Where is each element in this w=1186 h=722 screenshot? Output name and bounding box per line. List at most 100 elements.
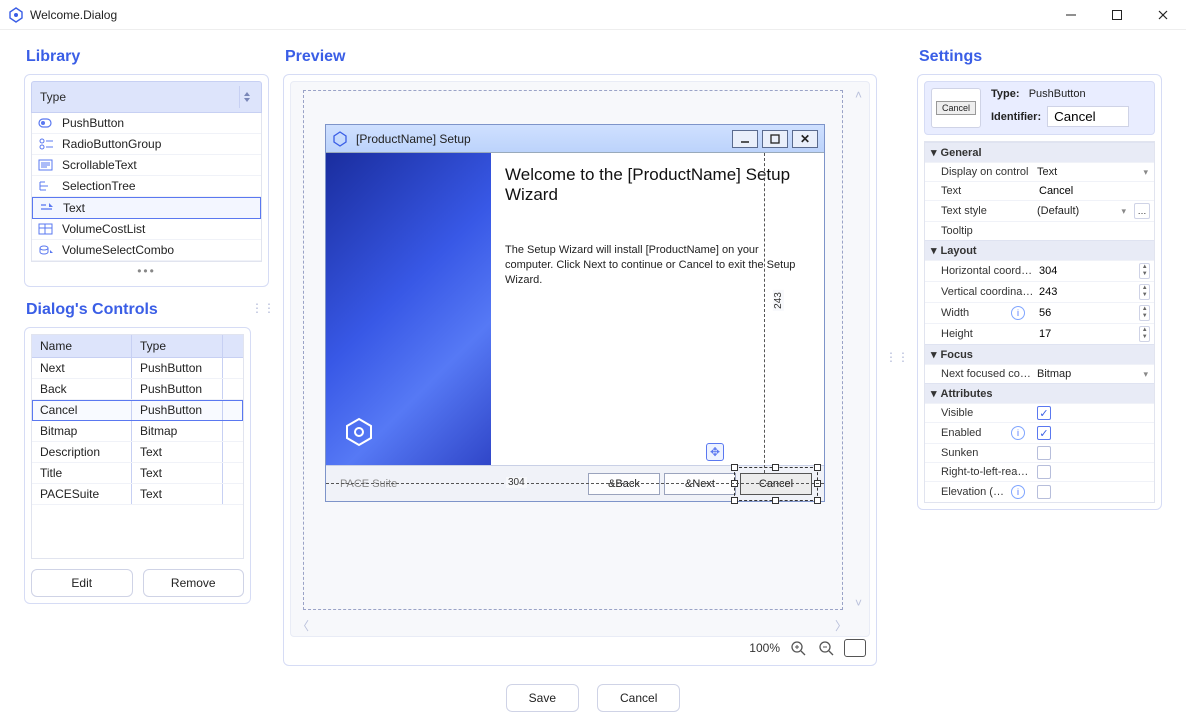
width-input[interactable] [1037,306,1135,320]
table-row[interactable]: DescriptionText [32,442,243,463]
col-type-header[interactable]: Type [132,335,223,357]
window-minimize-button[interactable] [1048,0,1094,30]
table-row[interactable]: PACESuiteText [32,484,243,505]
col-name-header[interactable]: Name [32,335,132,357]
cat-focus[interactable]: ▾Focus [925,344,1154,364]
title-bar: Welcome.Dialog [0,0,1186,30]
library-item-radiobuttongroup[interactable]: RadioButtonGroup [32,134,261,155]
cancel-button[interactable]: Cancel [597,684,680,712]
ellipsis-button[interactable]: … [1134,203,1150,219]
cat-layout[interactable]: ▾Layout [925,240,1154,260]
remove-button[interactable]: Remove [143,569,245,597]
dialog-minimize-icon[interactable] [732,130,758,148]
table-row[interactable]: BackPushButton [32,379,243,400]
prop-enabled: Enabled i [925,423,1033,443]
prop-height-value[interactable]: ▲▼ [1033,324,1154,344]
control-type-icon [38,222,54,236]
zoom-in-icon[interactable] [788,639,808,657]
chevron-down-icon[interactable]: ▾ [1121,206,1128,217]
prop-value-text: (Default) [1037,205,1079,217]
library-item-volumeselectcombo[interactable]: VolumeSelectCombo [32,240,261,261]
prop-text-input[interactable] [1037,184,1150,198]
table-row[interactable]: CancelPushButton [32,400,243,421]
ruler-x-label: 304 [506,477,527,488]
library-item-scrollabletext[interactable]: ScrollableText [32,155,261,176]
edit-button[interactable]: Edit [31,569,133,597]
info-icon[interactable]: i [1011,306,1025,320]
rtl-checkbox[interactable]: ✓ [1037,465,1051,479]
preview-dialog-titlebar: [ProductName] Setup ✕ [326,125,824,153]
summary-id-key: Identifier: [991,111,1041,123]
chevron-down-icon[interactable]: ▾ [1143,167,1150,178]
prop-tooltip-input[interactable] [1037,224,1150,238]
overflow-icon[interactable]: ••• [31,262,262,280]
chevron-down-icon[interactable]: ▾ [1143,369,1150,380]
dialog-maximize-icon[interactable] [762,130,788,148]
prop-display-on-control-value[interactable]: Text▾ [1033,164,1154,180]
enabled-checkbox[interactable]: ✓ [1037,426,1051,440]
prop-next-focus: Next focused co… [925,365,1033,383]
canvas-vscroll[interactable]: ˄ ˅ [855,88,867,610]
chevron-right-icon[interactable]: 〉 [835,617,847,634]
summary-type-key: Type: [991,88,1020,100]
table-row[interactable]: TitleText [32,463,243,484]
elevation-checkbox[interactable]: ✓ [1037,485,1051,499]
prop-hcoord-value[interactable]: ▲▼ [1033,261,1154,281]
preview-canvas[interactable]: [ProductName] Setup ✕ Welcome to the [Pr [290,81,870,637]
spinner-icon[interactable]: ▲▼ [1139,305,1150,321]
cell-type: Text [132,442,223,462]
prop-next-focus-value[interactable]: Bitmap▾ [1033,366,1154,382]
window-maximize-button[interactable] [1094,0,1140,30]
spinner-icon[interactable]: ▲▼ [1139,284,1150,300]
cat-attributes[interactable]: ▾Attributes [925,383,1154,403]
sort-icon[interactable] [239,86,253,108]
library-panel: Type PushButton RadioButtonGroupScrollabl… [24,74,269,287]
zoom-out-icon[interactable] [816,639,836,657]
preview-dialog[interactable]: [ProductName] Setup ✕ Welcome to the [Pr [325,124,825,502]
spinner-icon[interactable]: ▲▼ [1139,326,1150,342]
prop-width-value[interactable]: ▲▼ [1033,303,1154,323]
library-item-pushbutton[interactable]: PushButton [32,113,261,134]
visible-checkbox[interactable]: ✓ [1037,406,1051,420]
chevron-down-icon[interactable]: ˅ [855,596,867,610]
vcoord-input[interactable] [1037,285,1135,299]
fit-screen-icon[interactable] [844,639,866,657]
spinner-icon[interactable]: ▲▼ [1139,263,1150,279]
window-close-button[interactable] [1140,0,1186,30]
sunken-checkbox[interactable]: ✓ [1037,446,1051,460]
dialog-app-icon [332,131,348,147]
cat-general[interactable]: ▾General [925,142,1154,162]
move-handle-icon[interactable]: ✥ [706,443,724,461]
chevron-up-icon[interactable]: ˄ [855,88,867,102]
save-button[interactable]: Save [506,684,579,712]
chevron-left-icon[interactable]: 〈 [297,617,309,634]
hcoord-input[interactable] [1037,264,1135,278]
height-input[interactable] [1037,327,1135,341]
prop-vcoord-value[interactable]: ▲▼ [1033,282,1154,302]
control-type-icon [39,201,55,215]
panel-resize-grip[interactable]: ⋮⋮ [257,301,269,315]
prop-text-style-value[interactable]: (Default) ▾ … [1033,201,1154,221]
library-item-label: PushButton [62,116,124,130]
library-item-selectiontree[interactable]: SelectionTree [32,176,261,197]
prop-enabled-label: Enabled [941,427,981,439]
library-item-label: VolumeCostList [62,222,145,236]
controls-panel: Name Type NextPushButtonBackPushButtonCa… [24,327,251,604]
col-extra-header [223,335,243,357]
table-row[interactable]: NextPushButton [32,358,243,379]
identifier-input[interactable] [1047,106,1129,127]
dialog-close-icon[interactable]: ✕ [792,130,818,148]
library-item-text[interactable]: Text [32,197,261,219]
controls-heading: Dialog's Controls [26,301,251,319]
canvas-hscroll[interactable]: 〈 〉 [297,618,847,632]
prop-tooltip-value[interactable] [1033,222,1154,240]
library-item-volumecostlist[interactable]: VolumeCostList [32,219,261,240]
library-column-header[interactable]: Type [31,81,262,113]
table-row[interactable]: BitmapBitmap [32,421,243,442]
info-icon[interactable]: i [1011,485,1025,499]
cat-general-label: General [941,147,982,159]
ruler-vertical [764,153,765,473]
info-icon[interactable]: i [1011,426,1025,440]
panel-resize-grip-right[interactable]: ⋮⋮ [891,48,903,666]
prop-text-value[interactable] [1033,182,1154,200]
